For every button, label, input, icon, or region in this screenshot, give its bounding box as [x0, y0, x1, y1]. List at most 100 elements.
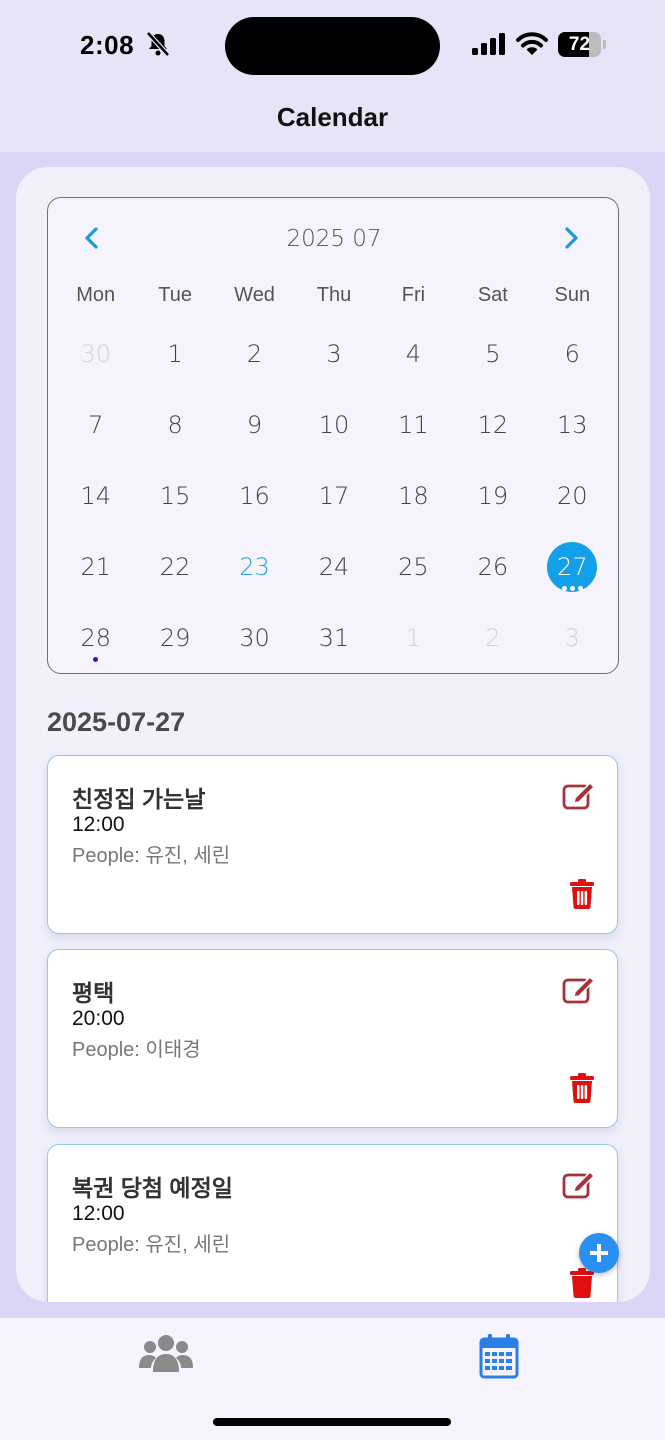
- add-event-button[interactable]: [579, 1233, 619, 1273]
- calendar-day[interactable]: 14: [56, 460, 135, 531]
- dynamic-island: [225, 17, 440, 75]
- calendar-day[interactable]: 2: [453, 602, 532, 673]
- calendar-day[interactable]: 7: [56, 389, 135, 460]
- event-card: 친정집 가는날 12:00 People: 유진, 세린: [47, 755, 618, 934]
- day-number: 8: [167, 410, 183, 439]
- day-number: 23: [239, 552, 270, 581]
- event-title: 친정집 가는날: [72, 786, 206, 812]
- day-number: 21: [80, 552, 111, 581]
- calendar-day[interactable]: 18: [374, 460, 453, 531]
- users-icon[interactable]: [136, 1334, 196, 1380]
- calendar-day[interactable]: 30: [215, 602, 294, 673]
- day-number: 30: [80, 339, 111, 368]
- day-number: 14: [80, 481, 111, 510]
- day-number: 2: [246, 339, 263, 368]
- event-dot: [93, 657, 99, 662]
- weekday-label: Mon: [76, 284, 116, 306]
- weekday-label: Tue: [158, 284, 192, 306]
- event-people: People: 유진, 세린: [72, 845, 231, 867]
- battery-icon: 72: [558, 32, 606, 57]
- day-number: 12: [477, 410, 509, 439]
- calendar: 2025 07 Mon Tue Wed Thu Fri Sat Sun 30 1 2 3 4 5 6 7 8…: [47, 197, 619, 674]
- status-time: 2:08: [80, 30, 135, 60]
- calendar-day[interactable]: 28: [56, 602, 135, 673]
- calendar-day[interactable]: 5: [453, 318, 532, 389]
- event-time: 12:00: [72, 813, 125, 836]
- day-number: 27: [557, 552, 588, 581]
- calendar-day[interactable]: 6: [533, 318, 612, 389]
- day-number: 2: [485, 623, 501, 652]
- event-dots: [56, 657, 135, 662]
- event-title: 복권 당첨 예정일: [72, 1175, 233, 1201]
- trash-icon[interactable]: [569, 879, 595, 909]
- day-number: 18: [398, 481, 429, 510]
- calendar-day[interactable]: 11: [374, 389, 453, 460]
- calendar-day[interactable]: 13: [533, 389, 612, 460]
- calendar-day[interactable]: 3: [294, 318, 373, 389]
- calendar-day[interactable]: 24: [294, 531, 373, 602]
- day-number: 4: [405, 339, 422, 368]
- calendar-day[interactable]: 23: [215, 531, 294, 602]
- day-number: 22: [159, 552, 191, 581]
- calendar-month-title: 2025 07: [286, 226, 382, 252]
- calendar-day[interactable]: 16: [215, 460, 294, 531]
- event-people: People: 유진, 세린: [72, 1234, 231, 1256]
- calendar-day[interactable]: 30: [56, 318, 135, 389]
- selected-date-heading: 2025-07-27: [47, 707, 186, 737]
- day-number: 10: [318, 410, 350, 439]
- calendar-day[interactable]: 26: [453, 531, 532, 602]
- event-card: 평택 20:00 People: 이태경: [47, 949, 618, 1128]
- calendar-day[interactable]: 3: [533, 602, 612, 673]
- calendar-day[interactable]: 27: [533, 531, 612, 602]
- status-bar: 2:08 72: [0, 0, 665, 92]
- day-number: 24: [318, 552, 350, 581]
- day-number: 30: [239, 623, 270, 652]
- calendar-day[interactable]: 22: [135, 531, 214, 602]
- edit-icon[interactable]: [562, 974, 596, 1004]
- day-number: 15: [159, 481, 191, 510]
- battery-body: 72: [558, 32, 601, 57]
- page-title: Calendar: [276, 102, 389, 132]
- calendar-day[interactable]: 29: [135, 602, 214, 673]
- day-number: 29: [159, 623, 191, 652]
- calendar-day[interactable]: 20: [533, 460, 612, 531]
- calendar-day[interactable]: 8: [135, 389, 214, 460]
- event-title: 평택: [72, 980, 115, 1006]
- calendar-day[interactable]: 25: [374, 531, 453, 602]
- day-number: 16: [239, 481, 270, 510]
- calendar-day[interactable]: 15: [135, 460, 214, 531]
- day-number: 28: [80, 623, 111, 652]
- day-number: 26: [477, 552, 509, 581]
- day-number: 25: [398, 552, 429, 581]
- edit-icon[interactable]: [562, 1169, 596, 1199]
- app-header: Calendar: [0, 92, 665, 152]
- signal-icon: [472, 33, 505, 55]
- calendar-day[interactable]: 31: [294, 602, 373, 673]
- edit-icon[interactable]: [562, 780, 596, 810]
- day-number: 3: [564, 623, 580, 652]
- weekday-label: Wed: [234, 284, 275, 306]
- calendar-day[interactable]: 17: [294, 460, 373, 531]
- day-number: 19: [477, 481, 509, 510]
- calendar-day[interactable]: 10: [294, 389, 373, 460]
- weekday-header: Mon Tue Wed Thu Fri Sat Sun: [56, 284, 612, 307]
- day-number: 1: [167, 339, 183, 368]
- home-indicator: [213, 1418, 451, 1426]
- calendar-day[interactable]: 4: [374, 318, 453, 389]
- chevron-right-icon[interactable]: [551, 218, 591, 258]
- battery-tip: [603, 40, 606, 49]
- trash-icon[interactable]: [569, 1268, 595, 1298]
- calendar-day[interactable]: 12: [453, 389, 532, 460]
- calendar-day[interactable]: 2: [215, 318, 294, 389]
- calendar-day[interactable]: 1: [374, 602, 453, 673]
- calendar-day[interactable]: 9: [215, 389, 294, 460]
- event-dot: [569, 586, 575, 591]
- calendar-day[interactable]: 1: [135, 318, 214, 389]
- event-card: 복권 당첨 예정일 12:00 People: 유진, 세린: [47, 1144, 618, 1302]
- day-number: 11: [398, 410, 429, 439]
- calendar-day[interactable]: 19: [453, 460, 532, 531]
- calendar-icon[interactable]: [469, 1334, 529, 1380]
- event-people: People: 이태경: [72, 1039, 201, 1061]
- calendar-day[interactable]: 21: [56, 531, 135, 602]
- trash-icon[interactable]: [569, 1073, 595, 1103]
